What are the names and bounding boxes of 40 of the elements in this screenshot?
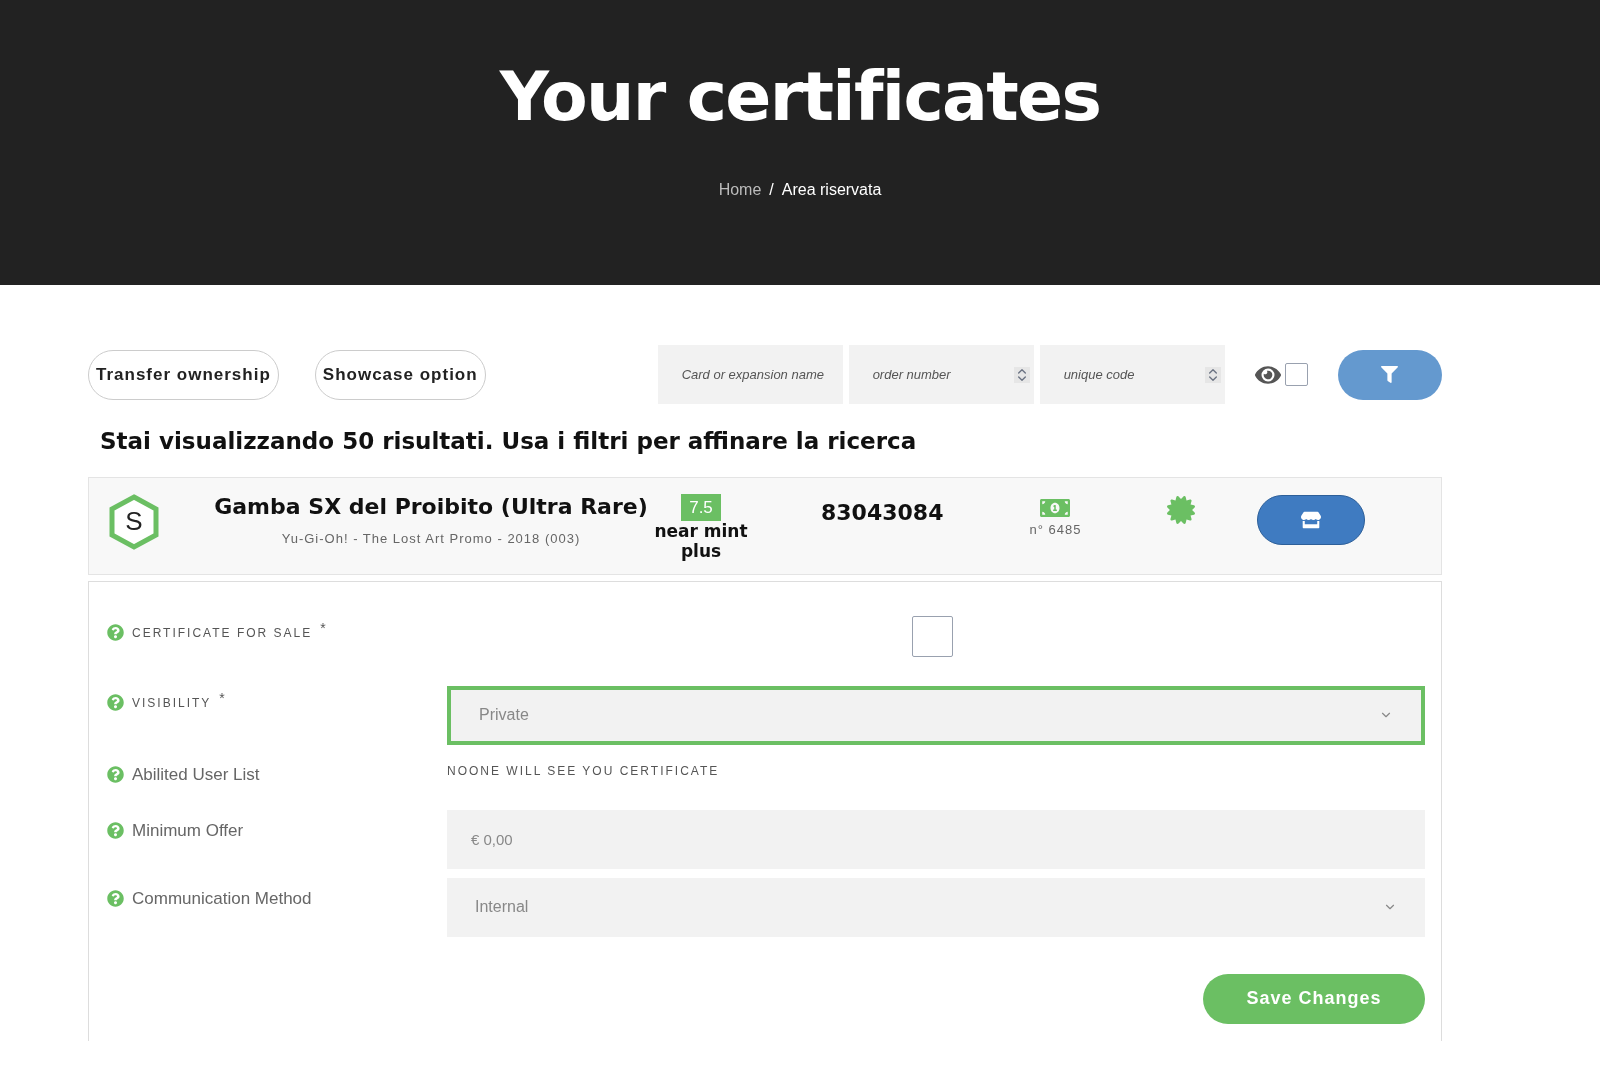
page-title: Your certificates [499, 56, 1101, 138]
card-name: Gamba SX del Proibito (Ultra Rare) [214, 492, 648, 521]
required-asterisk: * [320, 619, 326, 638]
toolbar-button[interactable]: Transfer ownership [88, 349, 279, 400]
checkbox[interactable] [1284, 363, 1308, 386]
seal-icon [1167, 495, 1196, 524]
spinner-icon[interactable] [1204, 366, 1221, 383]
visibility-note: NOONE WILL SEE YOU CERTIFICATE [447, 763, 720, 778]
field-label: CERTIFICATE FOR SALE [132, 624, 313, 642]
help-icon[interactable] [107, 624, 124, 641]
help-icon[interactable] [107, 765, 124, 783]
minimum-offer-field[interactable]: € 0,00 [447, 809, 1425, 869]
grade-badge: 7.5 [681, 493, 721, 521]
help-icon[interactable] [107, 821, 124, 839]
field-label: Abilited User List [132, 763, 260, 786]
field-label: Communication Method [132, 887, 312, 910]
checkbox[interactable] [912, 615, 953, 657]
filter-button[interactable] [1337, 349, 1442, 400]
required-asterisk: * [219, 689, 225, 708]
help-icon[interactable] [107, 889, 124, 907]
toolbar-button[interactable]: Showcase option [314, 349, 486, 400]
grade-label: near mint plus [653, 521, 749, 561]
certificate-code: 83043084 [821, 498, 944, 527]
breadcrumb-link[interactable]: Home [718, 178, 762, 202]
filter-field[interactable]: unique code [1039, 345, 1225, 404]
card-set: Yu-Gi-Oh! - The Lost Art Promo - 2018 (003) [281, 529, 581, 548]
field-label: Minimum Offer [132, 819, 244, 842]
filter-icon [1381, 366, 1399, 383]
field-label: VISIBILITY [132, 694, 212, 712]
filter-field[interactable]: Card or expansion name [657, 345, 843, 404]
results-message: Stai visualizzando 50 risultati. Usa i filtri per affinare la ricerca [100, 427, 918, 456]
breadcrumb-separator: / [769, 180, 774, 200]
spinner-icon[interactable] [1013, 366, 1030, 383]
breadcrumb-link[interactable]: Area riservata [781, 178, 882, 202]
filter-field[interactable]: order number [848, 345, 1034, 404]
store-button[interactable] [1257, 494, 1366, 545]
order-number: n° 6485 [1029, 520, 1082, 539]
help-icon[interactable] [107, 694, 124, 711]
store-icon [1301, 509, 1322, 530]
hexagon-badge: S [109, 493, 159, 550]
